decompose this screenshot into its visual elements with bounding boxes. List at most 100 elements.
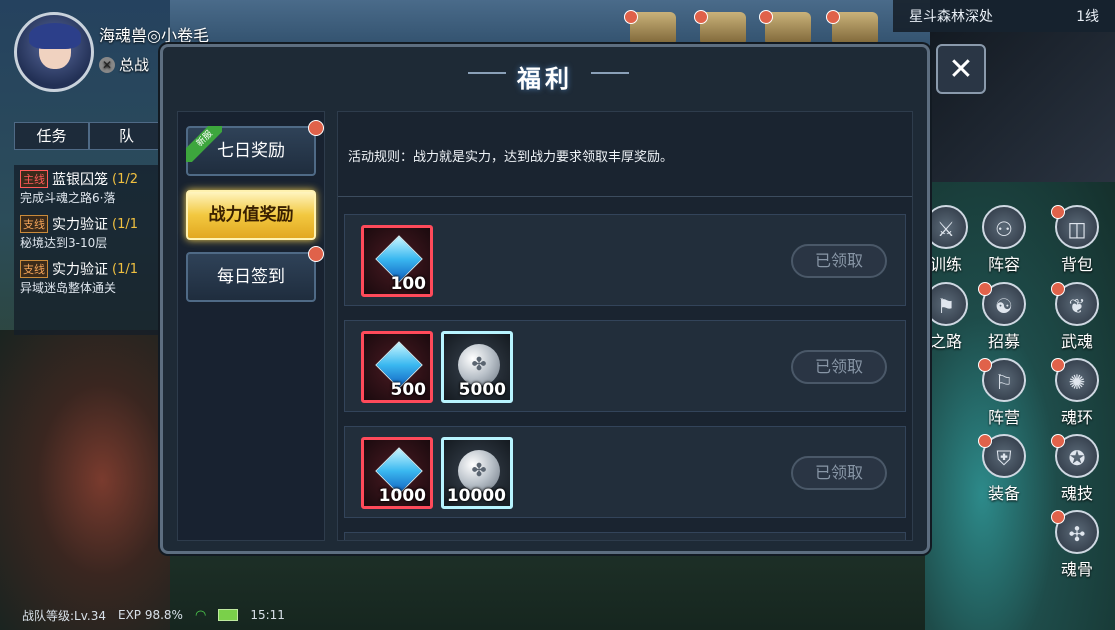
quest-title: 实力验证 [52,262,108,278]
welfare-modal: 福利 新服 七日奖励 战力值奖励 每日签到 活动规则：战力就是实力，达到战力要求… [160,44,930,554]
notification-dot [978,282,992,296]
soul-ring-label: 魂环 [1060,408,1093,427]
scene-background-characters [0,330,170,630]
shop-icon[interactable] [826,10,878,46]
silver-coin-item[interactable]: ✤ 5000 [441,331,513,403]
quest-title: 蓝银囚笼 [52,172,108,188]
claimed-button[interactable]: 已领取 [791,350,887,384]
notification-dot [978,434,992,448]
team-level: 战队等级:Lv.34 [22,608,106,623]
diamond-item[interactable]: 1000 [361,437,433,509]
quest-tabs: 任务 队 [14,122,164,150]
quest-item[interactable]: 支线 实力验证 (1/1 异域迷岛整体通关 [14,255,164,300]
location-bar[interactable]: 星斗森林深处 1线 [893,0,1115,32]
notification-dot [1051,205,1065,219]
clock: 15:11 [250,608,285,622]
location-name: 星斗森林深处 [909,9,993,25]
claimed-button[interactable]: 已领取 [791,244,887,278]
notification-dot [308,120,324,136]
quest-tag: 支线 [20,260,48,278]
reward-row: 500 ✤ 5000 已领取 [344,320,906,412]
quest-desc: 完成斗魂之路6·落 [20,191,116,205]
item-quantity: 100 [390,274,427,294]
exp-percent: EXP 98.8% [117,608,183,622]
claimed-button[interactable]: 已领取 [791,456,887,490]
reward-row: 1000 ✤ 10000 已领取 [344,426,906,518]
status-bar: 战队等级:Lv.34 EXP 98.8% ◠ 15:11 [0,600,340,630]
notification-dot [624,10,638,24]
equipment-label: 装备 [987,484,1020,503]
quest-item[interactable]: 支线 实力验证 (1/1 秘境达到3-10层 [14,210,164,255]
server-line: 1线 [1076,9,1099,25]
tab-quest[interactable]: 任务 [14,122,89,150]
recruit-label: 招募 [987,332,1020,351]
power-icon: ✕ [99,56,115,73]
soul-ring-button[interactable]: ✺ 魂环 [1049,358,1105,430]
notification-dot [1051,510,1065,524]
training-icon: ⚔ [924,205,968,249]
activity-icon[interactable] [759,10,811,46]
bag-label: 背包 [1060,255,1093,274]
diamond-item[interactable]: 500 [361,331,433,403]
player-avatar[interactable] [14,12,94,92]
soul-bone-button[interactable]: ✣ 魂骨 [1049,510,1105,582]
power-label: 总战 [119,56,150,74]
notification-dot [1051,434,1065,448]
menu-daily-signin[interactable]: 每日签到 [186,246,324,302]
reward-row: 100 已领取 [344,214,906,306]
camp-label: 阵营 [987,408,1020,427]
quest-progress: (1/1 [112,216,138,232]
divider [338,196,912,197]
quest-tag: 支线 [20,215,48,233]
camp-button[interactable]: ⚐ 阵营 [976,358,1032,430]
menu-label: 七日奖励 [217,141,285,161]
martial-soul-label: 武魂 [1060,332,1093,351]
quest-tag: 主线 [20,170,48,188]
notification-dot [1051,358,1065,372]
recruit-button[interactable]: ☯ 招募 [976,282,1032,354]
road-icon: ⚑ [924,282,968,326]
soul-bone-label: 魂骨 [1060,560,1093,579]
menu-label: 战力值奖励 [208,205,294,225]
tab-team[interactable]: 队 [89,122,164,150]
quest-item[interactable]: 主线 蓝银囚笼 (1/2 完成斗魂之路6·落 [14,165,164,210]
notification-dot [694,10,708,24]
menu-seven-day-reward[interactable]: 新服 七日奖励 [186,120,324,176]
soul-skill-button[interactable]: ✪ 魂技 [1049,434,1105,506]
lineup-button[interactable]: ⚇ 阵容 [976,205,1032,277]
reward-row-partial [344,532,906,540]
martial-soul-button[interactable]: ❦ 武魂 [1049,282,1105,354]
quest-desc: 秘境达到3-10层 [20,236,108,250]
item-quantity: 500 [390,380,427,400]
event-icon[interactable] [624,10,676,46]
close-button[interactable]: ✕ [936,44,986,94]
avatar-hair [29,23,81,49]
reward-panel: 活动规则：战力就是实力，达到战力要求领取丰厚奖励。 100 已领取 500 ✤ 5… [337,111,913,541]
quest-title: 实力验证 [52,217,108,233]
new-server-badge: 新服 [186,126,222,162]
player-name: 海魂兽◎小卷毛 [99,26,209,45]
menu-power-reward[interactable]: 战力值奖励 [186,190,316,240]
item-quantity: 10000 [446,486,506,506]
item-quantity: 5000 [458,380,506,400]
diamond-item[interactable]: 100 [361,225,433,297]
quest-progress: (1/2 [112,171,138,187]
quest-desc: 异域迷岛整体通关 [20,281,117,295]
notification-dot [759,10,773,24]
battery-icon [218,609,239,621]
silver-coin-item[interactable]: ✤ 10000 [441,437,513,509]
player-power: ✕ 总战 [99,54,149,75]
item-quantity: 1000 [378,486,426,506]
notification-dot [978,358,992,372]
title-ornament-right [591,72,629,74]
notification-dot [308,246,324,262]
modal-title: 福利 [517,65,573,93]
notification-dot [1051,282,1065,296]
activity-rules: 活动规则：战力就是实力，达到战力要求领取丰厚奖励。 [348,150,674,165]
new-server-badge-text: 新服 [186,126,222,162]
trophy-icon[interactable] [694,10,746,46]
soul-skill-label: 魂技 [1060,484,1093,503]
bag-button[interactable]: ◫ 背包 [1049,205,1105,277]
equipment-button[interactable]: ⛨ 装备 [976,434,1032,506]
menu-label: 每日签到 [217,267,285,287]
